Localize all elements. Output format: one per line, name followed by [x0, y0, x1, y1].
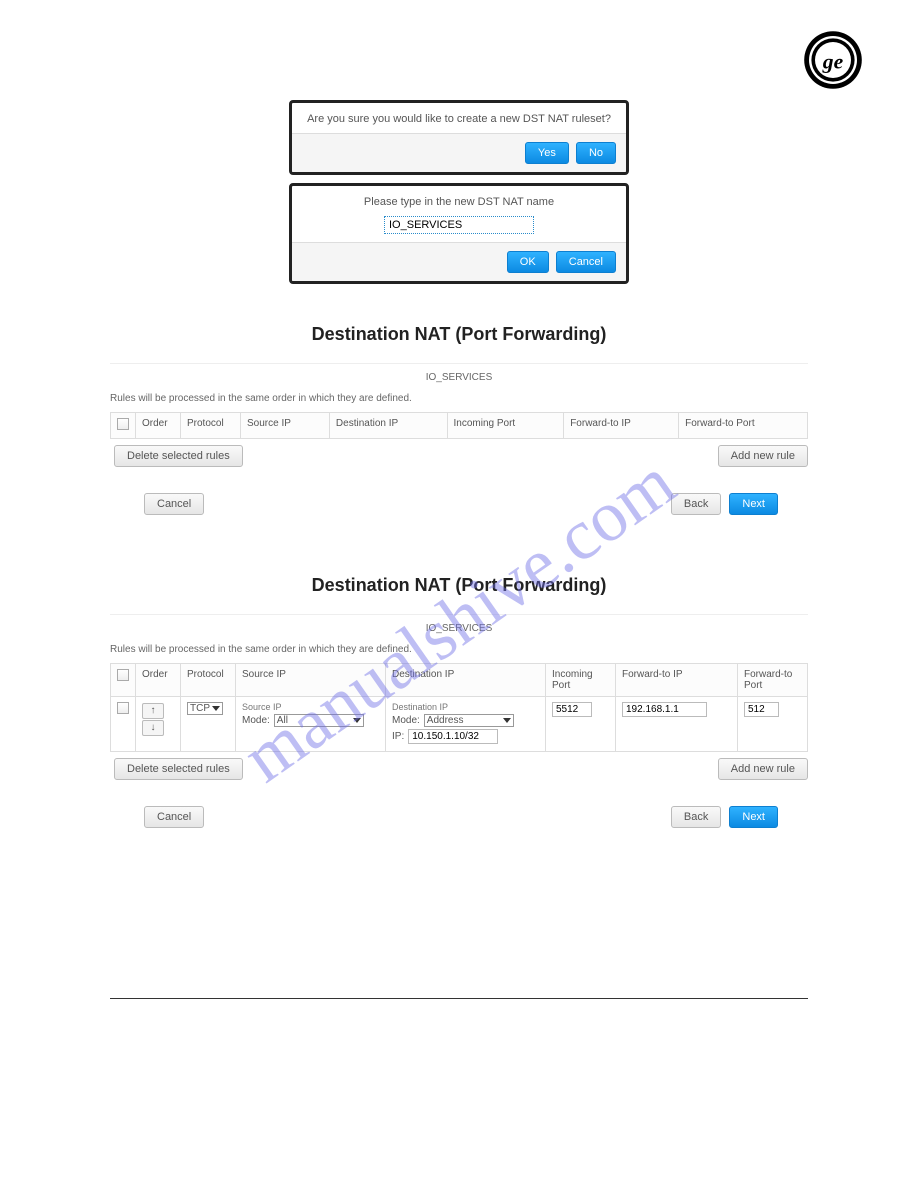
name-dialog: Please type in the new DST NAT name OK C… — [289, 183, 629, 284]
source-ip-legend: Source IP — [242, 702, 379, 712]
source-mode-value: All — [277, 715, 288, 726]
col-order-2: Order — [136, 664, 181, 697]
protocol-select[interactable]: TCP — [187, 702, 223, 715]
col-destip-2: Destination IP — [386, 664, 546, 697]
dest-ip-label: IP: — [392, 731, 404, 742]
cancel-dialog-button[interactable]: Cancel — [556, 251, 616, 273]
cancel-button[interactable]: Cancel — [144, 493, 204, 515]
ok-button[interactable]: OK — [507, 251, 549, 273]
col-destip: Destination IP — [329, 413, 447, 439]
col-fwdip-2: Forward-to IP — [616, 664, 738, 697]
col-fwdip: Forward-to IP — [564, 413, 679, 439]
col-fwdport: Forward-to Port — [679, 413, 808, 439]
back-button[interactable]: Back — [671, 493, 721, 515]
dest-mode-label: Mode: — [392, 715, 420, 726]
nat-section-populated: Destination NAT (Port Forwarding) IO_SER… — [110, 575, 808, 828]
col-sourceip-2: Source IP — [236, 664, 386, 697]
processing-note-2: Rules will be processed in the same orde… — [110, 644, 808, 655]
col-protocol-2: Protocol — [181, 664, 236, 697]
confirm-dialog: Are you sure you would like to create a … — [289, 100, 629, 175]
forward-port-input[interactable] — [744, 702, 779, 717]
table-row: ↑ ↓ TCP Source IP Mode: All — [111, 697, 808, 752]
dest-ip-input[interactable] — [408, 729, 498, 744]
col-order: Order — [136, 413, 181, 439]
dest-mode-value: Address — [427, 715, 464, 726]
confirm-buttons: Yes No — [292, 133, 626, 172]
next-button-2[interactable]: Next — [729, 806, 778, 828]
chevron-down-icon — [353, 718, 361, 723]
next-button[interactable]: Next — [729, 493, 778, 515]
source-mode-label: Mode: — [242, 715, 270, 726]
protocol-value: TCP — [190, 703, 210, 714]
svg-text:ge: ge — [822, 49, 844, 73]
page-footer-rule — [110, 998, 808, 999]
name-prompt: Please type in the new DST NAT name — [292, 186, 626, 216]
dest-ip-legend: Destination IP — [392, 702, 539, 712]
select-all-checkbox-2[interactable] — [117, 669, 129, 681]
row-checkbox[interactable] — [117, 702, 129, 714]
ge-logo: ge — [803, 30, 863, 90]
confirm-message: Are you sure you would like to create a … — [292, 103, 626, 133]
move-up-button[interactable]: ↑ — [142, 703, 164, 719]
back-button-2[interactable]: Back — [671, 806, 721, 828]
yes-button[interactable]: Yes — [525, 142, 569, 164]
name-buttons: OK Cancel — [292, 242, 626, 281]
processing-note: Rules will be processed in the same orde… — [110, 393, 808, 404]
add-rule-button-2[interactable]: Add new rule — [718, 758, 808, 780]
incoming-port-input[interactable] — [552, 702, 592, 717]
forward-ip-input[interactable] — [622, 702, 707, 717]
ruleset-name-2: IO_SERVICES — [110, 614, 808, 638]
page-title-2: Destination NAT (Port Forwarding) — [110, 575, 808, 596]
dest-mode-select[interactable]: Address — [424, 714, 514, 727]
rules-table: Order Protocol Source IP Destination IP … — [110, 412, 808, 439]
delete-selected-button-2[interactable]: Delete selected rules — [114, 758, 243, 780]
chevron-down-icon — [212, 706, 220, 711]
ruleset-name-input[interactable] — [384, 216, 534, 234]
col-sourceip: Source IP — [241, 413, 330, 439]
delete-selected-button[interactable]: Delete selected rules — [114, 445, 243, 467]
source-mode-select[interactable]: All — [274, 714, 364, 727]
chevron-down-icon — [503, 718, 511, 723]
select-all-checkbox[interactable] — [117, 418, 129, 430]
ruleset-name: IO_SERVICES — [110, 363, 808, 387]
col-inport: Incoming Port — [447, 413, 564, 439]
move-down-button[interactable]: ↓ — [142, 720, 164, 736]
cancel-button-2[interactable]: Cancel — [144, 806, 204, 828]
col-protocol: Protocol — [181, 413, 241, 439]
add-rule-button[interactable]: Add new rule — [718, 445, 808, 467]
col-fwdport-2: Forward-to Port — [738, 664, 808, 697]
page-title: Destination NAT (Port Forwarding) — [110, 324, 808, 345]
no-button[interactable]: No — [576, 142, 616, 164]
rules-table-2: Order Protocol Source IP Destination IP … — [110, 663, 808, 752]
nat-section-empty: Destination NAT (Port Forwarding) IO_SER… — [110, 324, 808, 515]
col-inport-2: Incoming Port — [546, 664, 616, 697]
